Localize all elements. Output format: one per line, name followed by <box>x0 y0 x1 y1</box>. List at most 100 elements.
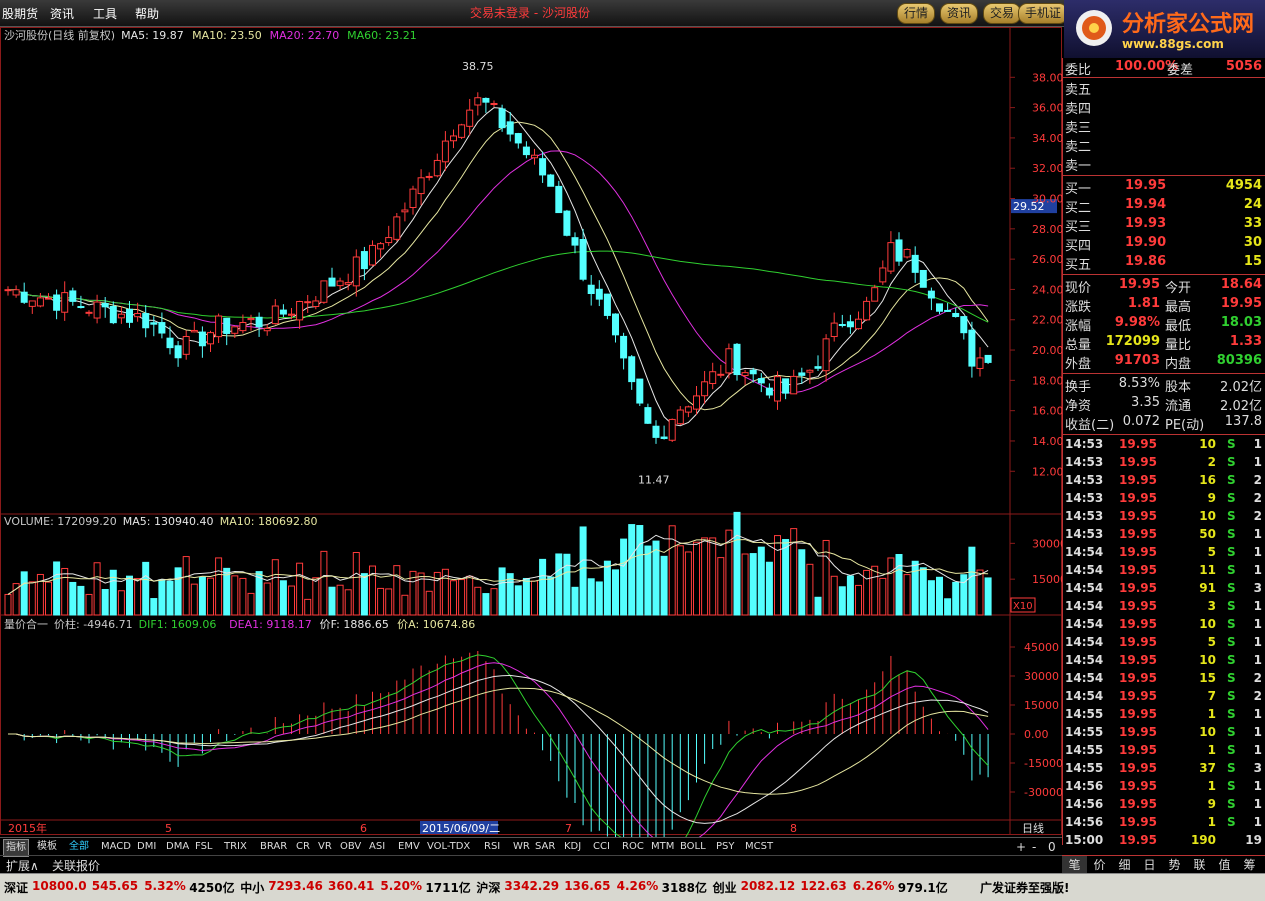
bid-row: 买五 19.86 15 <box>1063 253 1265 273</box>
indicator-tab[interactable]: ASI <box>367 839 387 855</box>
zoom-control[interactable]: 0 <box>1046 839 1058 855</box>
stat-row: 涨幅 9.98% 最低 18.03 <box>1063 314 1265 334</box>
volume-bar <box>579 526 587 616</box>
indicator-tab[interactable]: BOLL <box>678 839 708 855</box>
tick-count: 2 <box>1253 509 1262 523</box>
menu-item-help[interactable]: 帮助 <box>135 5 159 22</box>
indicator-tab[interactable]: CCI <box>591 839 612 855</box>
volume-bar <box>612 569 619 616</box>
bid-volume: 24 <box>1243 197 1262 212</box>
expand-button[interactable]: 扩展∧ <box>6 857 39 874</box>
tick-price: 19.95 <box>1119 563 1157 577</box>
trade-button[interactable]: 交易 <box>983 3 1022 24</box>
indicator-tab[interactable]: FSL <box>193 839 215 855</box>
indicator-tab[interactable]: 全部 <box>67 839 91 855</box>
volume-bar <box>531 580 538 616</box>
index-amt: 3188亿 <box>661 881 707 895</box>
bid-price: 19.93 <box>1125 216 1167 231</box>
volume-tick-label: 15000 <box>1032 573 1062 586</box>
tick-row: 14:54 19.95 3 S 1 <box>1063 598 1265 616</box>
quote-tab[interactable]: 价 <box>1087 856 1112 873</box>
tick-time: 14:53 <box>1065 491 1104 505</box>
tick-price: 19.95 <box>1119 635 1157 649</box>
indicator-tab[interactable]: CR <box>294 839 312 855</box>
quote-tab[interactable]: 势 <box>1162 856 1187 873</box>
candle-body <box>757 378 765 384</box>
info-button[interactable]: 资讯 <box>940 3 979 24</box>
chart-area[interactable]: 38.0036.0034.0032.0030.0028.0026.0024.00… <box>0 27 1062 837</box>
ask-label: 卖五 <box>1065 83 1092 98</box>
candle-body <box>61 292 69 313</box>
indicator-tab[interactable]: MACD <box>99 839 133 855</box>
indicator-tab[interactable]: DMI <box>135 839 158 855</box>
indicator-tab[interactable]: WR <box>511 839 532 855</box>
indicator-tab[interactable]: MTM <box>649 839 676 855</box>
volume-bar <box>45 581 52 616</box>
tick-row: 14:54 19.95 10 S 1 <box>1063 652 1265 670</box>
candle-body <box>603 293 611 316</box>
indicator-tab[interactable]: BRAR <box>258 839 289 855</box>
tick-volume: 10 <box>1199 437 1216 451</box>
indicator-tab[interactable]: ROC <box>620 839 646 855</box>
indicator-tab[interactable]: 模板 <box>35 839 59 855</box>
indicator-tab[interactable]: VOL-TDX <box>425 839 472 855</box>
volume-bar <box>77 585 85 616</box>
quote-tab[interactable]: 细 <box>1112 856 1137 873</box>
tick-time: 14:53 <box>1065 527 1104 541</box>
zoom-control[interactable]: + <box>1014 839 1028 855</box>
panel-header-item: 价A: 10674.86 <box>397 618 475 631</box>
indicator-tab[interactable]: OBV <box>338 839 363 855</box>
menu-item-news[interactable]: 资讯 <box>50 5 74 22</box>
high-marker: 38.75 <box>462 60 494 73</box>
panel-header-item: 价柱: -4946.71 <box>54 617 133 631</box>
panel-header-item: 价F: 1886.65 <box>320 618 389 631</box>
tick-price: 19.95 <box>1119 491 1157 505</box>
indicator-tick-label: 0.00 <box>1024 728 1049 741</box>
stat-label: PE(动) <box>1165 418 1205 433</box>
indicator-tab[interactable]: KDJ <box>562 839 583 855</box>
mobile-button[interactable]: 手机证 <box>1018 3 1069 24</box>
menu-item-tools[interactable]: 工具 <box>93 5 117 22</box>
indicator-tab[interactable]: PSY <box>714 839 737 855</box>
volume-bar <box>984 577 992 616</box>
zoom-control[interactable]: - <box>1030 839 1038 855</box>
quotes-button[interactable]: 行情 <box>897 3 936 24</box>
bid-label: 买五 <box>1065 258 1092 273</box>
stat-row: 换手 8.53% 股本 2.02亿 <box>1063 375 1265 395</box>
candle-body <box>790 375 798 395</box>
indicator-tab[interactable]: TRIX <box>222 839 249 855</box>
candle-body <box>927 290 935 299</box>
quote-tab[interactable]: 值 <box>1212 856 1237 873</box>
candle-body <box>571 237 579 246</box>
menu-item-futures[interactable]: 股期货 <box>2 5 38 22</box>
bid-volume: 33 <box>1243 216 1262 231</box>
indicator-tab[interactable]: MCST <box>743 839 775 855</box>
related-quote-button[interactable]: 关联报价 <box>52 857 100 874</box>
tick-time: 14:54 <box>1065 563 1104 577</box>
volume-bar <box>733 511 741 616</box>
volume-bar <box>660 555 668 616</box>
bid-row: 买二 19.94 24 <box>1063 196 1265 216</box>
tick-volume: 91 <box>1199 581 1216 595</box>
tick-row: 14:54 19.95 10 S 1 <box>1063 616 1265 634</box>
quote-tab[interactable]: 日 <box>1137 856 1162 873</box>
stat-label: 收益(二) <box>1065 418 1115 433</box>
stat-value: 137.8 <box>1224 414 1262 429</box>
volume-bar <box>126 575 133 616</box>
volume-bar <box>652 540 660 616</box>
indicator-tab[interactable]: VR <box>316 839 334 855</box>
volume-tick-label: 30000 <box>1032 537 1062 550</box>
quote-tab[interactable]: 筹 <box>1237 856 1262 873</box>
quote-tab[interactable]: 联 <box>1187 856 1212 873</box>
volume-bar <box>304 598 312 616</box>
candle-body <box>701 381 709 397</box>
indicator-tab[interactable]: RSI <box>482 839 502 855</box>
index-name: 沪深 <box>476 881 501 895</box>
quote-tab[interactable]: 笔 <box>1062 856 1087 873</box>
tick-row: 14:55 19.95 1 S 1 <box>1063 742 1265 760</box>
indicator-tab[interactable]: SAR <box>533 839 557 855</box>
indicator-tab[interactable]: EMV <box>396 839 422 855</box>
volume-bar <box>385 588 393 616</box>
separator <box>1063 175 1265 176</box>
indicator-tab[interactable]: DMA <box>164 839 191 855</box>
